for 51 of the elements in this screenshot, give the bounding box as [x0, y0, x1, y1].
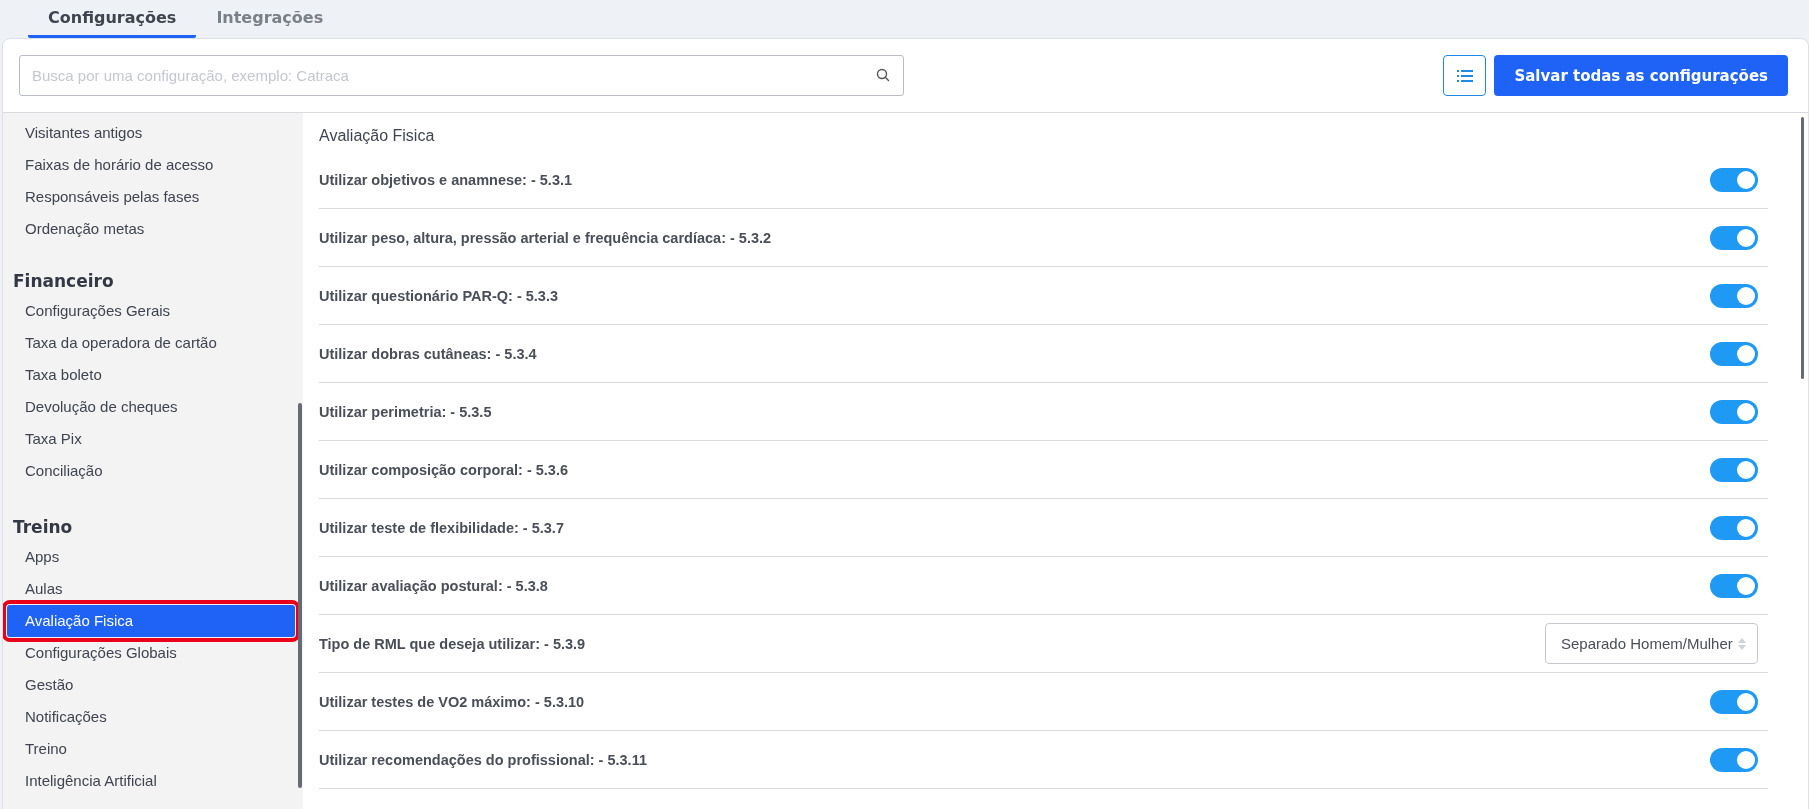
toggle-switch[interactable]	[1710, 515, 1758, 540]
setting-label: Utilizar dobras cutâneas: - 5.3.4	[319, 345, 537, 362]
search-field[interactable]: Busca por uma configuração, exemplo: Catraca	[19, 55, 904, 96]
setting-label: Utilizar perimetria: - 5.3.5	[319, 403, 492, 420]
toggle-switch[interactable]	[1710, 689, 1758, 714]
setting-label: Utilizar composição corporal: - 5.3.6	[319, 461, 568, 478]
setting-label: Utilizar testes de VO2 máximo: - 5.3.10	[319, 693, 585, 710]
sidebar-item[interactable]: Treino	[7, 733, 295, 765]
sidebar-item[interactable]: Devolução de cheques	[7, 391, 295, 423]
toggle-switch[interactable]	[1710, 747, 1758, 772]
scrollbar-thumb[interactable]	[298, 403, 302, 788]
sidebar-heading: Financeiro	[12, 270, 115, 293]
list-view-button[interactable]	[1443, 55, 1487, 96]
toggle-switch[interactable]	[1710, 225, 1758, 250]
toggle-switch[interactable]	[1710, 167, 1758, 192]
scrollbar-thumb[interactable]	[1801, 117, 1804, 379]
sidebar-item[interactable]: Apps	[7, 541, 295, 573]
toggle-switch[interactable]	[1710, 573, 1758, 598]
sidebar-item[interactable]: Configurações Gerais	[7, 295, 295, 327]
toggle-switch[interactable]	[1710, 457, 1758, 482]
toggle-switch[interactable]	[1710, 283, 1758, 308]
sidebar-item[interactable]: Taxa da operadora de cartão	[7, 327, 295, 359]
setting-label: Utilizar objetivos e anamnese: - 5.3.1	[319, 171, 573, 188]
setting-label: Tipo de RML que deseja utilizar: - 5.3.9	[319, 635, 586, 652]
sidebar-item[interactable]: Notificações	[7, 701, 295, 733]
setting-label: Utilizar teste de flexibilidade: - 5.3.7	[319, 519, 564, 536]
sidebar-item[interactable]: Ordenação metas	[7, 213, 295, 245]
tab[interactable]: Integrações	[196, 0, 344, 38]
sidebar-item[interactable]: Faixas de horário de acesso	[7, 149, 295, 181]
setting-label: Utilizar questionário PAR-Q: - 5.3.3	[319, 287, 559, 304]
setting-label: Utilizar recomendações do profissional: - 5.3.11	[319, 751, 647, 768]
list-icon	[1456, 69, 1473, 82]
sidebar-heading: Treino	[12, 516, 74, 539]
sidebar-item[interactable]: Taxa Pix	[7, 423, 295, 455]
select-dropdown[interactable]: Separado Homem/Mulher	[1545, 623, 1758, 664]
setting-label: Utilizar avaliação postural: - 5.3.8	[319, 577, 548, 594]
sidebar-item[interactable]: Configurações Globais	[7, 637, 295, 669]
sidebar-item[interactable]: Conciliação	[7, 455, 295, 487]
save-all-button[interactable]: Salvar todas as configurações	[1494, 55, 1788, 96]
sidebar-item[interactable]: Responsáveis pelas fases	[7, 181, 295, 213]
toggle-switch[interactable]	[1710, 341, 1758, 366]
sidebar-item[interactable]: Taxa boleto	[7, 359, 295, 391]
setting-label: Utilizar peso, altura, pressão arterial e frequência cardíaca: - 5.3.2	[319, 229, 772, 246]
toggle-switch[interactable]	[1710, 399, 1758, 424]
section-title: Avaliação Fisica	[319, 126, 436, 146]
sidebar-item[interactable]: Gestão	[7, 669, 295, 701]
sidebar-item[interactable]: Visitantes antigos	[7, 117, 295, 149]
sort-arrows-icon	[1737, 636, 1747, 651]
sidebar-item[interactable]: Inteligência Artificial	[7, 765, 295, 797]
search-icon	[876, 68, 890, 82]
sidebar-item[interactable]: Aulas	[7, 573, 295, 605]
